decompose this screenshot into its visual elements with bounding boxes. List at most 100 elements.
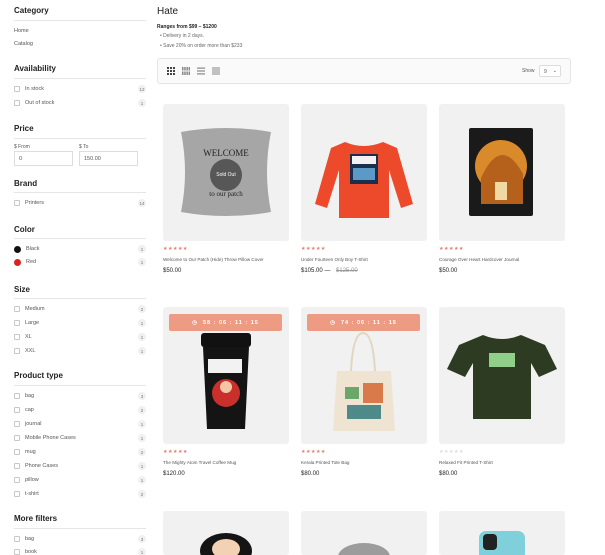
option-label: Printers	[25, 200, 44, 206]
checkbox[interactable]	[14, 536, 20, 542]
option-label: journal	[25, 421, 42, 427]
color-swatch[interactable]	[14, 245, 21, 253]
product-image[interactable]	[301, 511, 427, 555]
grid-3-icon[interactable]	[167, 67, 175, 75]
price-filter-title: Price	[14, 124, 34, 133]
checkbox[interactable]	[14, 200, 20, 206]
product-type-option[interactable]: mug 2	[14, 447, 146, 457]
category-link-home[interactable]: Home	[14, 28, 29, 34]
option-label: mug	[25, 449, 36, 455]
checkbox[interactable]	[14, 393, 20, 399]
countdown-value: 58 : 06 : 11 : 15	[202, 319, 259, 326]
product-image-partial	[200, 533, 252, 555]
price-to-input[interactable]: 150.00	[79, 151, 138, 166]
checkbox[interactable]	[14, 306, 20, 312]
size-option[interactable]: Large 1	[14, 318, 146, 328]
color-option-black[interactable]: Black 1	[14, 244, 146, 254]
product-type-option[interactable]: cap 2	[14, 405, 146, 415]
product-type-option[interactable]: journal 1	[14, 419, 146, 429]
option-count: 2	[138, 448, 146, 456]
product-type-option[interactable]: Mobile Phone Cases 1	[14, 433, 146, 443]
product-title[interactable]: The Mighty Atom Travel Coffee Mug	[163, 460, 236, 465]
checkbox[interactable]	[14, 549, 20, 555]
option-label: Black	[26, 246, 40, 252]
product-title[interactable]: Welcome to Our Patch (Hide) Throw Pillow…	[163, 257, 264, 262]
product-image[interactable]	[163, 511, 289, 555]
checkbox[interactable]	[14, 449, 20, 455]
product-card[interactable]: ◷ 74 : 06 : 11 : 15 ★★★★★ Kerala Printed…	[301, 307, 427, 477]
availability-option[interactable]: Out of stock 1	[14, 98, 146, 108]
product-image[interactable]	[301, 104, 427, 241]
option-label: bag	[25, 393, 35, 399]
category-link-catalog[interactable]: Catalog	[14, 41, 33, 47]
product-image[interactable]: WELCOME to our patch Sold Out	[163, 104, 289, 241]
view-toolbar: Show 9 ⌄	[157, 58, 571, 84]
option-count: 12	[138, 85, 146, 93]
option-count: 1	[138, 420, 146, 428]
checkbox[interactable]	[14, 463, 20, 469]
size-option[interactable]: XXL 1	[14, 346, 146, 356]
divider	[14, 385, 146, 386]
grid-4-icon[interactable]	[182, 67, 190, 75]
option-count: 1	[138, 245, 146, 253]
product-image[interactable]: ◷ 74 : 06 : 11 : 15	[301, 307, 427, 444]
option-label: Large	[25, 320, 40, 326]
option-count: 1	[138, 333, 146, 341]
checkbox[interactable]	[14, 334, 20, 340]
product-card[interactable]	[301, 511, 427, 555]
product-title[interactable]: Courage Over Heart Hardcover Journal	[439, 257, 519, 262]
checkbox[interactable]	[14, 348, 20, 354]
availability-option[interactable]: In stock 12	[14, 84, 146, 94]
product-image[interactable]	[439, 511, 565, 555]
product-card[interactable]	[163, 511, 289, 555]
product-image[interactable]: ◷ 58 : 06 : 11 : 15	[163, 307, 289, 444]
product-card[interactable]	[439, 511, 565, 555]
product-card[interactable]: ★★★★★ Under Fourteen Only Boy T-Shirt $1…	[301, 104, 427, 274]
red-tshirt-image	[315, 142, 413, 218]
checkbox[interactable]	[14, 435, 20, 441]
list-icon[interactable]	[197, 67, 205, 75]
color-option-red[interactable]: Red 1	[14, 257, 146, 267]
product-card[interactable]: ★★★★★ Courage Over Heart Hardcover Journ…	[439, 104, 565, 274]
option-count: 3	[138, 535, 146, 543]
product-type-option[interactable]: bag 3	[14, 391, 146, 401]
product-type-option[interactable]: t-shirt 2	[14, 489, 146, 499]
product-card[interactable]: ★★★★★ Relaxed Fit Printed T-Shirt $80.00	[439, 307, 565, 477]
product-price-current: $105.00	[301, 268, 323, 274]
checkbox[interactable]	[14, 421, 20, 427]
size-option[interactable]: Medium 2	[14, 304, 146, 314]
product-price: $50.00	[163, 268, 182, 274]
checkbox[interactable]	[14, 320, 20, 326]
product-title[interactable]: Under Fourteen Only Boy T-Shirt	[301, 257, 368, 262]
product-card[interactable]: ◷ 58 : 06 : 11 : 15 ★★★★★ The Mighty Ato…	[163, 307, 289, 477]
more-filters-option[interactable]: bag 3	[14, 534, 146, 544]
product-title[interactable]: Relaxed Fit Printed T-Shirt	[439, 460, 493, 465]
brand-option[interactable]: Printers 14	[14, 198, 146, 208]
list-detail-icon[interactable]	[212, 67, 220, 75]
product-title[interactable]: Kerala Printed Tote Bag	[301, 460, 349, 465]
chevron-down-icon: ⌄	[552, 68, 557, 74]
more-filters-option[interactable]: book 1	[14, 547, 146, 555]
category-filter-title: Category	[14, 6, 49, 15]
per-page-select[interactable]: 9 ⌄	[539, 65, 561, 77]
product-image[interactable]	[439, 307, 565, 444]
product-type-option[interactable]: Phone Cases 1	[14, 461, 146, 471]
cap-image-partial	[338, 543, 390, 555]
price-from-input[interactable]: 0	[14, 151, 73, 166]
size-filter-title: Size	[14, 285, 31, 294]
divider	[14, 298, 146, 299]
option-label: t-shirt	[25, 491, 39, 497]
checkbox[interactable]	[14, 407, 20, 413]
rating-stars: ★★★★★	[301, 246, 326, 252]
size-option[interactable]: XL 1	[14, 332, 146, 342]
product-image[interactable]	[439, 104, 565, 241]
color-swatch[interactable]	[14, 258, 21, 266]
info-bullet-text: Delivery in 2 days.	[163, 33, 204, 39]
product-card[interactable]: WELCOME to our patch Sold Out ★★★★★ Welc…	[163, 104, 289, 274]
checkbox[interactable]	[14, 100, 20, 106]
checkbox[interactable]	[14, 491, 20, 497]
checkbox[interactable]	[14, 477, 20, 483]
option-label: cap	[25, 407, 34, 413]
product-type-option[interactable]: pillow 1	[14, 475, 146, 485]
checkbox[interactable]	[14, 86, 20, 92]
